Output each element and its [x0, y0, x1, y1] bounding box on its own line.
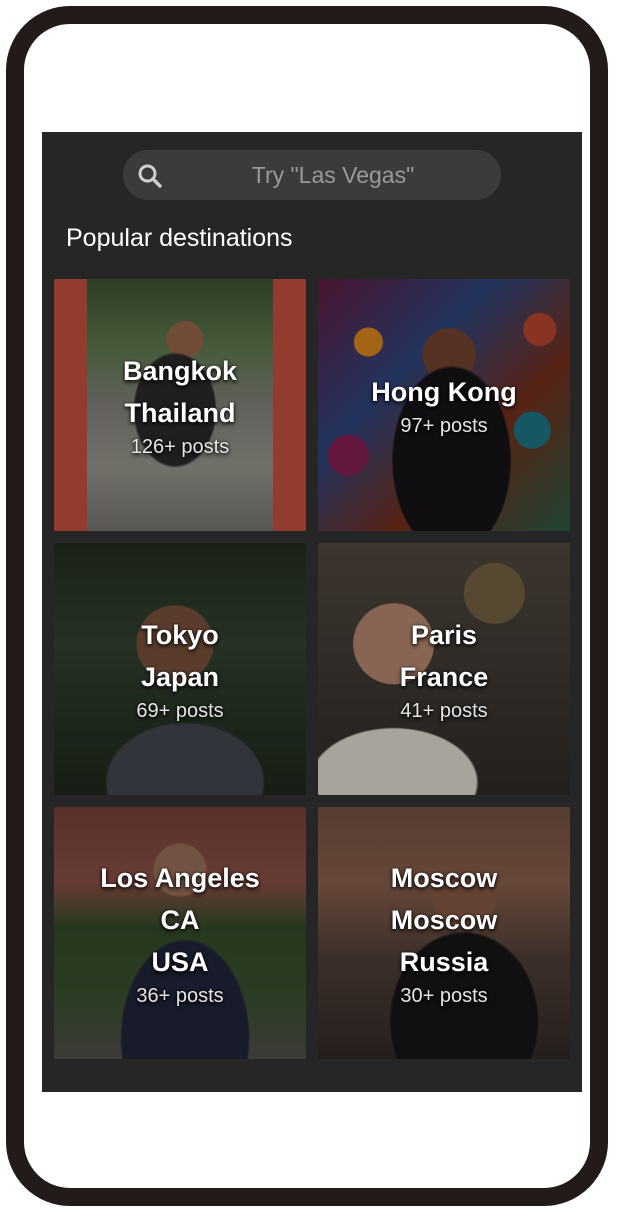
search-input[interactable] [183, 150, 483, 200]
search-bar[interactable] [123, 150, 501, 200]
destination-card-los-angeles[interactable]: Los Angeles CA USA 36+ posts [54, 807, 306, 1059]
app-screen: Popular destinations Bangkok Thailand 12… [42, 132, 582, 1092]
destination-post-count: 126+ posts [130, 436, 230, 458]
destination-post-count: 97+ posts [400, 415, 488, 437]
search-icon [137, 163, 163, 189]
destination-post-count: 36+ posts [136, 985, 224, 1007]
destinations-grid: Bangkok Thailand 126+ posts Hong Kong 97… [54, 279, 570, 1059]
destination-card-moscow[interactable]: Moscow Moscow Russia 30+ posts [318, 807, 570, 1059]
card-text: Hong Kong 97+ posts [371, 371, 516, 439]
destination-name: Hong Kong [371, 377, 517, 407]
destination-name: Bangkok Thailand [122, 356, 238, 428]
destination-post-count: 69+ posts [136, 700, 224, 722]
destination-name: Los Angeles CA USA [100, 863, 260, 977]
card-text: Bangkok Thailand 126+ posts [123, 350, 237, 460]
destination-post-count: 41+ posts [400, 700, 488, 722]
card-text: Los Angeles CA USA 36+ posts [100, 857, 260, 1009]
card-text: Moscow Moscow Russia 30+ posts [391, 857, 498, 1009]
destination-name: Paris France [399, 620, 489, 692]
destination-card-tokyo[interactable]: Tokyo Japan 69+ posts [54, 543, 306, 795]
card-text: Tokyo Japan 69+ posts [136, 614, 223, 724]
card-text: Paris France 41+ posts [400, 614, 489, 724]
section-title: Popular destinations [66, 224, 293, 252]
destination-card-hong-kong[interactable]: Hong Kong 97+ posts [318, 279, 570, 531]
destination-name: Moscow Moscow Russia [390, 863, 498, 977]
destination-card-paris[interactable]: Paris France 41+ posts [318, 543, 570, 795]
destination-name: Tokyo Japan [140, 620, 220, 692]
destination-card-bangkok[interactable]: Bangkok Thailand 126+ posts [54, 279, 306, 531]
destination-post-count: 30+ posts [400, 985, 488, 1007]
